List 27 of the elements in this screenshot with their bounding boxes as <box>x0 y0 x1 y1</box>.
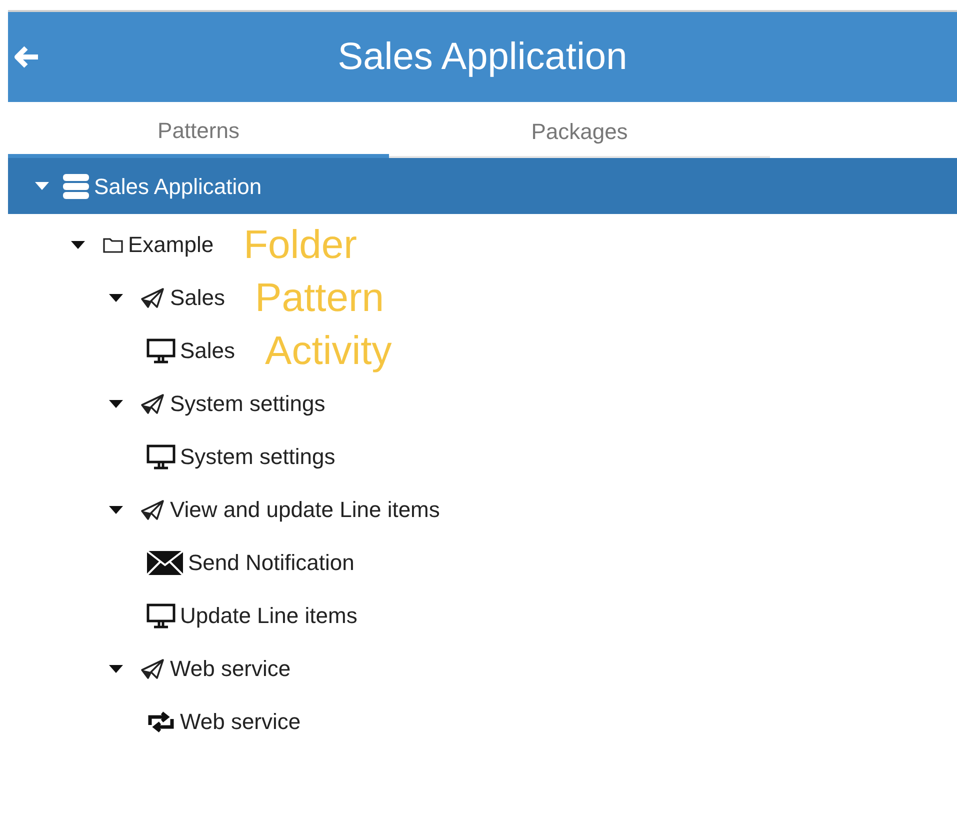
app-title: Sales Application <box>338 34 628 80</box>
paper-plane-icon <box>140 498 166 522</box>
back-arrow-icon <box>14 45 40 69</box>
tree-item-label[interactable]: Send Notification <box>188 546 354 579</box>
tree-root-row[interactable]: Sales Application <box>8 158 957 214</box>
monitor-icon <box>146 338 176 364</box>
tree-item-label[interactable]: System settings <box>180 440 336 473</box>
tree-item-label[interactable]: Sales <box>170 281 226 314</box>
tree-item-label: Sales Application <box>94 172 262 201</box>
annotation-label: Pattern <box>255 278 384 318</box>
annotation-label: Folder <box>244 224 357 264</box>
tree-item-label[interactable]: View and update Line items <box>170 493 440 526</box>
database-icon <box>62 172 90 200</box>
paper-plane-icon <box>140 392 166 416</box>
annotation-label: Activity <box>265 330 392 370</box>
envelope-icon <box>146 550 184 576</box>
two-arrows-icon <box>146 710 176 732</box>
paper-plane-icon <box>140 656 166 680</box>
tree-item-label[interactable]: Example <box>128 228 214 261</box>
tree-item-label[interactable]: Sales <box>180 334 236 367</box>
paper-plane-icon <box>140 286 166 310</box>
monitor-icon <box>146 444 176 470</box>
tree-item-label[interactable]: Web service <box>170 652 291 685</box>
tree-item-label[interactable]: Update Line items <box>180 599 358 632</box>
tree-item-label[interactable]: Web service <box>180 705 301 738</box>
monitor-icon <box>146 602 176 628</box>
tree-item-label[interactable]: System settings <box>170 387 326 420</box>
